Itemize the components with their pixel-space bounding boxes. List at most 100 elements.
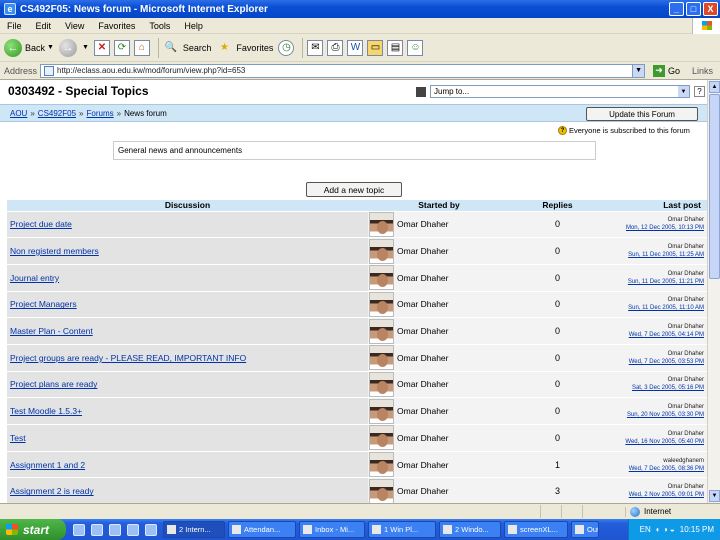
discussion-link[interactable]: Test Moodle 1.5.3+ [10, 406, 82, 416]
last-post-date[interactable]: Sun, 11 Dec 2005, 11:21 PM [605, 278, 704, 286]
author-link[interactable]: Omar Dhaher [397, 433, 449, 443]
help-icon[interactable]: ? [694, 86, 705, 97]
menu-favorites[interactable]: Favorites [91, 21, 142, 31]
last-post-date[interactable]: Sun, 11 Dec 2005, 11:25 AM [605, 251, 704, 259]
discussion-link[interactable]: Test [10, 433, 26, 443]
last-post-author[interactable]: Omar Dhaher [605, 430, 704, 438]
last-post-date[interactable]: Mon, 12 Dec 2005, 10:13 PM [605, 224, 704, 232]
scroll-up-icon[interactable]: ▲ [709, 81, 720, 93]
last-post-date[interactable]: Sun, 11 Dec 2005, 11:10 AM [605, 304, 704, 312]
chevron-down-icon[interactable]: ▼ [632, 64, 645, 77]
replies-cell[interactable]: 0 [510, 237, 605, 265]
last-post-date[interactable]: Wed, 7 Dec 2005, 04:14 PM [605, 331, 704, 339]
breadcrumb-aou[interactable]: AOU [10, 109, 27, 118]
avatar[interactable] [369, 265, 394, 291]
messenger-icon[interactable]: ☺ [407, 39, 424, 56]
replies-cell[interactable]: 0 [510, 424, 605, 452]
search-button[interactable]: 🔍 Search [163, 40, 212, 56]
quick-launch-icon[interactable] [145, 523, 157, 536]
replies-cell[interactable]: 0 [510, 370, 605, 398]
quick-launch-icon[interactable] [91, 523, 103, 536]
print-icon[interactable]: ⎙ [327, 39, 344, 56]
replies-cell[interactable]: 0 [510, 397, 605, 425]
last-post-author[interactable]: Omar Dhaher [605, 216, 704, 224]
quick-launch-icon[interactable] [109, 523, 121, 536]
close-button[interactable]: X [703, 2, 718, 16]
avatar[interactable] [369, 238, 394, 264]
taskbar-item[interactable]: Outbox [571, 521, 599, 538]
minimize-button[interactable]: _ [669, 2, 684, 16]
author-link[interactable]: Omar Dhaher [397, 486, 449, 496]
scroll-down-icon[interactable]: ▼ [709, 490, 720, 502]
last-post-date[interactable]: Sun, 20 Nov 2005, 03:30 PM [605, 411, 704, 419]
back-button[interactable]: ← Back ▼ [4, 38, 54, 57]
discussion-link[interactable]: Non registerd members [10, 246, 99, 256]
language-indicator[interactable]: EN [640, 525, 651, 534]
replies-cell[interactable]: 1 [510, 450, 605, 478]
avatar[interactable] [369, 211, 394, 237]
chevron-down-icon[interactable]: ▼ [47, 44, 54, 51]
add-topic-button[interactable]: Add a new topic [306, 182, 402, 197]
mail-icon[interactable]: ✉ [307, 39, 324, 56]
author-link[interactable]: Omar Dhaher [397, 219, 449, 229]
column-replies[interactable]: Replies [510, 200, 605, 212]
menu-file[interactable]: File [0, 21, 29, 31]
avatar[interactable] [369, 372, 394, 397]
taskbar-item[interactable]: Attendan... [228, 521, 296, 538]
replies-cell[interactable]: 0 [510, 317, 605, 345]
menu-tools[interactable]: Tools [142, 21, 177, 31]
avatar[interactable] [369, 425, 394, 451]
last-post-author[interactable]: Omar Dhaher [605, 243, 704, 251]
last-post-date[interactable]: Wed, 16 Nov 2005, 05:40 PM [605, 438, 704, 446]
avatar[interactable] [369, 292, 394, 317]
avatar[interactable] [369, 478, 394, 503]
last-post-date[interactable]: Sat, 3 Dec 2005, 05:16 PM [605, 384, 704, 392]
last-post-date[interactable]: Wed, 2 Nov 2005, 09:01 PM [605, 491, 704, 499]
last-post-author[interactable]: Omar Dhaher [605, 376, 704, 384]
author-link[interactable]: Omar Dhaher [397, 406, 449, 416]
breadcrumb-forums[interactable]: Forums [87, 109, 114, 118]
history-icon[interactable]: ◷ [278, 39, 295, 56]
folder-icon[interactable]: ▭ [367, 39, 384, 56]
tray-icons[interactable]: ◐ ◑ ◒ [656, 525, 675, 534]
taskbar-item[interactable]: Inbox - Mi... [299, 521, 365, 538]
taskbar-item[interactable]: 2 Intern... [163, 521, 225, 538]
chevron-down-icon[interactable]: ▼ [678, 86, 689, 97]
address-input[interactable]: http://eclass.aou.edu.kw/mod/forum/view.… [40, 63, 646, 78]
author-link[interactable]: Omar Dhaher [397, 273, 449, 283]
window-titlebar[interactable]: e CS492F05: News forum - Microsoft Inter… [0, 0, 720, 18]
refresh-icon[interactable]: ⟳ [113, 39, 130, 56]
taskbar-item[interactable]: 1 Win Pl... [368, 521, 436, 538]
edit-icon[interactable]: W [347, 39, 364, 56]
last-post-date[interactable]: Wed, 7 Dec 2005, 08:36 PM [605, 465, 704, 473]
quick-launch-icon[interactable] [127, 523, 139, 536]
home-icon[interactable]: ⌂ [133, 39, 150, 56]
replies-cell[interactable]: 0 [510, 343, 605, 372]
column-last-post[interactable]: Last post [605, 200, 707, 212]
last-post-author[interactable]: Omar Dhaher [605, 483, 704, 491]
discussion-link[interactable]: Project due date [10, 219, 72, 229]
last-post-author[interactable]: Omar Dhaher [605, 350, 704, 358]
forward-button[interactable]: → ▼ [58, 38, 89, 57]
last-post-date[interactable]: Wed, 7 Dec 2005, 03:53 PM [605, 358, 704, 366]
discussion-link[interactable]: Assignment 2 is ready [10, 486, 94, 496]
favorites-button[interactable]: ★ Favorites [216, 40, 274, 56]
author-link[interactable]: Omar Dhaher [397, 353, 449, 363]
taskbar-item[interactable]: screenXL... [504, 521, 568, 538]
scrollbar-thumb[interactable] [709, 94, 720, 279]
quick-launch-icon[interactable] [73, 523, 85, 536]
menu-view[interactable]: View [58, 21, 91, 31]
avatar[interactable] [369, 398, 394, 424]
replies-cell[interactable]: 0 [510, 210, 605, 238]
avatar[interactable] [369, 345, 394, 371]
author-link[interactable]: Omar Dhaher [397, 460, 449, 470]
discussion-link[interactable]: Assignment 1 and 2 [10, 460, 85, 470]
column-discussion[interactable]: Discussion [7, 200, 368, 212]
avatar[interactable] [369, 452, 394, 478]
replies-cell[interactable]: 0 [510, 290, 605, 318]
menu-help[interactable]: Help [177, 21, 210, 31]
discussion-link[interactable]: Master Plan - Content [10, 326, 93, 336]
author-link[interactable]: Omar Dhaher [397, 299, 449, 309]
address-url[interactable]: http://eclass.aou.edu.kw/mod/forum/view.… [57, 66, 632, 75]
maximize-button[interactable]: □ [686, 2, 701, 16]
